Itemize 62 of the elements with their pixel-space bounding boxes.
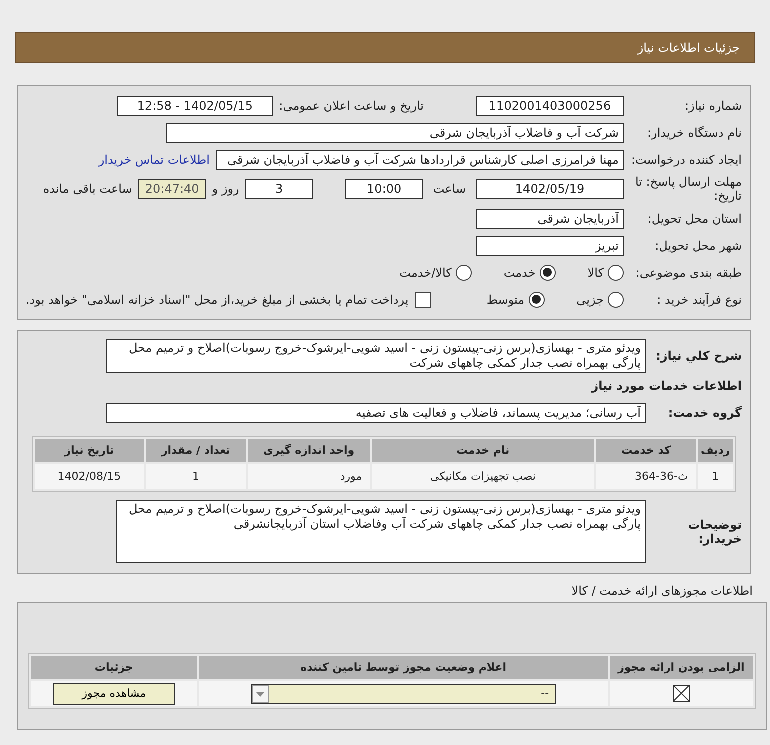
field-label: استان محل تحویل: [646, 212, 742, 226]
field-label: گروه خدمت: [667, 406, 742, 420]
province-field: آذربایجان شرقی [476, 208, 624, 228]
status-dropdown[interactable]: -- [251, 684, 556, 704]
description-text: ویدئو متری - بهسازی(برس زنی-پیستون زنی - اسید شویی-ایرشوک-خروج رسوبات)اصلاح و ترمیم محل پارگی بهمراه نصب جدار کمکی چاههای شرکت [106, 339, 646, 373]
table-cell: ث-36-364 [596, 464, 696, 489]
table-cell: 1 [146, 464, 246, 489]
radio-button[interactable] [456, 264, 472, 280]
remaining-time-field: 20:47:40 [138, 179, 206, 199]
deadline-date-field: 1402/05/19 [476, 179, 624, 199]
buyer-org-field: شرکت آب و فاضلاب آذربایجان شرقی [166, 122, 624, 142]
field-label: نام دستگاه خریدار: [646, 126, 742, 140]
column-header: الزامی بودن ارائه مجوز [610, 656, 753, 679]
days-field: 3 [245, 179, 314, 199]
need-number-field: 1102001403000256 [476, 96, 624, 116]
caret-icon [252, 684, 270, 702]
radio-label: کالا [588, 266, 604, 280]
table-cell: نصب تجهیزات مکانیکی [372, 464, 594, 489]
radio-label: کالا/خدمت [400, 266, 452, 280]
checkbox[interactable] [414, 292, 431, 308]
field-label: تاریخ و ساعت اعلان عمومی: [279, 98, 424, 112]
column-header: نام خدمت [372, 439, 594, 462]
column-header: اعلام وضعیت مجوز توسط تامین کننده [199, 656, 608, 679]
view-permit-button[interactable]: مشاهده مجوز [53, 682, 176, 704]
column-header: تعداد / مقدار [146, 439, 246, 462]
radio-button[interactable] [608, 292, 624, 308]
field-label: مهلت ارسال پاسخ: تا تاریخ: [634, 175, 742, 203]
section-title: اطلاعات مجوزهای ارائه خدمت / کالا [572, 584, 753, 598]
announce-date-field: 1402/05/15 - 12:58 [117, 96, 274, 116]
service-group-field: آب رسانی؛ مدیریت پسماند، فاضلاب و فعالیت های تصفیه [106, 402, 646, 422]
city-field: تبریز [476, 236, 624, 256]
column-header: جزئیات [31, 656, 198, 679]
table-cell: مورد [248, 464, 370, 489]
column-header: تاریخ نیاز [35, 439, 144, 462]
buyer-notes-text: ویدئو متری - بهسازی(برس زنی-پیستون زنی - اسید شویی-ایرشوک-خروج رسوبات)اصلاح و ترمیم محل پارگی بهمراه نصب جدار کمکی چاههای شرکت آب وفاضلاب استان آذربایجانشرقی [116, 500, 646, 563]
table-cell: 1 [698, 464, 733, 489]
column-header: کد خدمت [596, 439, 696, 462]
header-title: جزئیات اطلاعات نیاز [638, 40, 740, 54]
field-label: شرح کلي نياز: [655, 349, 742, 363]
requester-field: مهنا فرامرزی اصلی کارشناس قراردادها شرکت آب و فاضلاب آذربایجان شرقی [216, 150, 624, 170]
radio-label: خدمت [504, 266, 536, 280]
field-label: ساعت باقی مانده [43, 182, 132, 196]
field-label: نوع فرآیند خرید : [656, 292, 742, 306]
table-cell: 1402/08/15 [35, 464, 144, 489]
radio-label: متوسط [486, 292, 525, 306]
section-title: اطلاعات خدمات مورد نیاز [590, 379, 742, 393]
radio-label: جزیی [576, 292, 604, 306]
field-label: طبقه بندی موضوعی: [634, 266, 742, 280]
column-header: واحد اندازه گیری [248, 439, 370, 462]
deadline-time-field: 10:00 [345, 179, 424, 199]
radio-button[interactable] [528, 292, 545, 308]
field-label: روز و [212, 182, 240, 196]
checkbox-label: پرداخت تمام یا بخشی از مبلغ خرید،از محل "اسناد خزانه اسلامی" خواهد بود. [26, 292, 409, 306]
radio-button[interactable] [540, 264, 556, 280]
field-label: شهر محل تحویل: [654, 238, 742, 252]
field-label: ساعت [433, 182, 466, 196]
field-label: شماره نیاز: [684, 98, 742, 112]
field-label: توضیحات خریدار: [687, 518, 742, 546]
radio-button[interactable] [608, 264, 624, 280]
contact-link[interactable]: اطلاعات تماس خریدار [98, 152, 210, 166]
column-header: ردیف [698, 439, 733, 462]
field-label: ایجاد کننده درخواست: [630, 152, 742, 166]
